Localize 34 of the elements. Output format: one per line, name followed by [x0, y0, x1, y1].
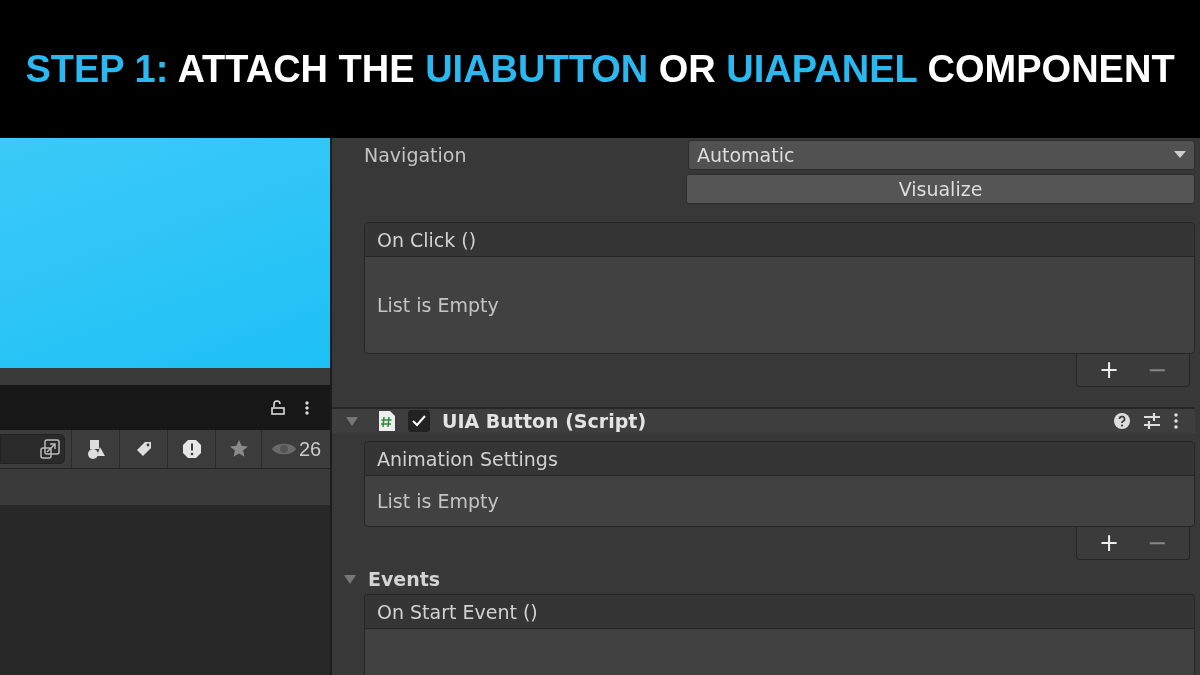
dropdown-value: Automatic [697, 144, 795, 166]
remove-button[interactable]: − [1141, 358, 1174, 382]
visible-count: 26 [298, 437, 322, 461]
help-icon[interactable] [1113, 412, 1131, 430]
more-icon[interactable] [1173, 412, 1179, 430]
check-icon [412, 415, 426, 427]
visualize-button[interactable]: Visualize [686, 174, 1195, 204]
remove-button[interactable]: − [1141, 531, 1174, 555]
add-button[interactable]: + [1092, 531, 1125, 555]
shapes-icon[interactable] [85, 439, 106, 459]
more-icon[interactable] [304, 399, 310, 416]
lock-icon[interactable] [270, 399, 286, 416]
warning-icon[interactable] [181, 439, 202, 459]
section-label: Events [368, 568, 441, 590]
list-title: On Click () [365, 223, 1194, 257]
field-label: Navigation [364, 144, 468, 166]
add-button[interactable]: + [1092, 358, 1125, 382]
list-title: Animation Settings [365, 442, 1194, 476]
expand-icon[interactable] [39, 438, 61, 460]
foldout-icon[interactable] [344, 573, 356, 585]
star-icon[interactable] [228, 439, 249, 459]
empty-message: List is Empty [377, 294, 499, 316]
component-title: UIA Button (Script) [442, 410, 647, 432]
eye-icon [270, 441, 297, 457]
sliders-icon[interactable] [1143, 412, 1161, 430]
search-field[interactable] [0, 434, 65, 464]
foldout-icon[interactable] [346, 415, 358, 427]
empty-message: List is Empty [377, 490, 499, 512]
list-title: On Start Event () [365, 595, 1194, 629]
enable-checkbox[interactable] [408, 410, 430, 432]
banner-title: STEP 1: ATTACH THE UIABUTTON OR UIAPANEL COMPONENT [25, 47, 1175, 91]
navigation-dropdown[interactable]: Automatic [688, 140, 1195, 170]
script-file-icon [378, 410, 396, 432]
caret-icon [1174, 151, 1186, 159]
